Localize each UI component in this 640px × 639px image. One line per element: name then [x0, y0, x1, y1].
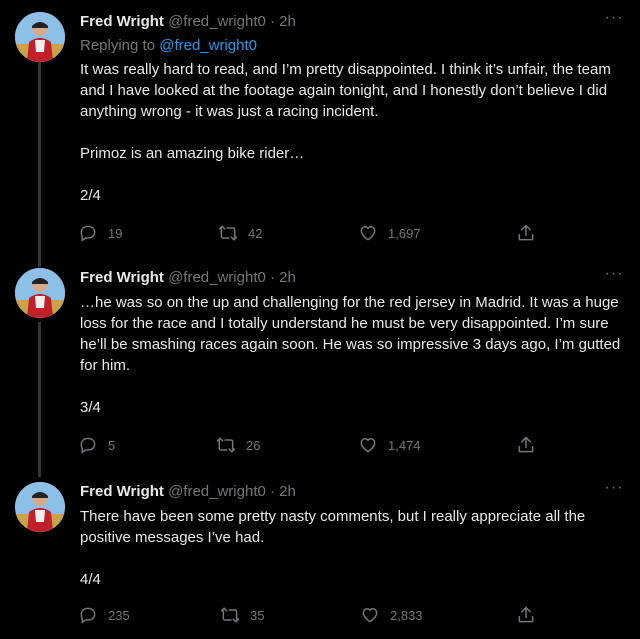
tweet-header: Fred Wright @fred_wright0 · 2h	[80, 482, 296, 502]
retweet-count: 26	[246, 437, 261, 453]
reply-count: 19	[108, 225, 123, 241]
tweet-2-of-4[interactable]: Fred Wright @fred_wright0 · 2h ··· Reply…	[0, 10, 640, 252]
share-icon	[518, 606, 534, 623]
timestamp[interactable]: · 2h	[270, 13, 296, 30]
tweet-header: Fred Wright @fred_wright0 · 2h	[80, 268, 296, 288]
reply-icon	[80, 607, 96, 624]
tweet-actions: 235 35 2,833	[78, 604, 548, 626]
share-icon	[518, 436, 534, 453]
avatar[interactable]	[15, 482, 65, 532]
reply-button[interactable]: 5	[78, 434, 115, 456]
reply-count: 5	[108, 437, 116, 453]
avatar[interactable]	[15, 268, 65, 318]
user-handle[interactable]: @fred_wright0	[168, 269, 266, 286]
tweet-text: There have been some pretty nasty commen…	[80, 508, 586, 588]
user-handle[interactable]: @fred_wright0	[168, 483, 266, 500]
reply-button[interactable]: 235	[78, 604, 130, 626]
like-count: 1,474	[388, 437, 421, 453]
tweet-3-of-4[interactable]: Fred Wright @fred_wright0 · 2h ··· …he w…	[0, 266, 640, 468]
retweet-icon	[218, 225, 238, 241]
retweet-button[interactable]: 26	[216, 434, 260, 456]
user-handle[interactable]: @fred_wright0	[168, 13, 266, 30]
reply-icon	[80, 225, 96, 242]
reply-icon	[80, 437, 96, 454]
tweet-actions: 5 26 1,474	[78, 434, 548, 456]
reply-count: 235	[108, 607, 130, 623]
display-name[interactable]: Fred Wright	[80, 269, 164, 286]
like-button[interactable]: 1,474	[358, 434, 421, 456]
retweet-button[interactable]: 42	[218, 222, 262, 244]
retweet-button[interactable]: 35	[220, 604, 264, 626]
replying-to: Replying to @fred_wright0	[80, 36, 257, 56]
like-icon	[360, 438, 376, 453]
retweet-icon	[220, 607, 240, 623]
tweet-actions: 19 42 1,697	[78, 222, 548, 244]
reply-button[interactable]: 19	[78, 222, 122, 244]
more-icon[interactable]: ···	[604, 10, 624, 32]
replying-to-label: Replying to	[80, 37, 156, 54]
like-button[interactable]: 2,833	[360, 604, 423, 626]
like-icon	[362, 608, 378, 623]
tweet-4-of-4[interactable]: Fred Wright @fred_wright0 · 2h ··· There…	[0, 480, 640, 632]
retweet-count: 35	[250, 607, 265, 623]
like-count: 2,833	[390, 607, 423, 623]
share-icon	[518, 224, 534, 241]
tweet-text: It was really hard to read, and I’m pret…	[80, 61, 611, 204]
avatar[interactable]	[15, 12, 65, 62]
timestamp[interactable]: · 2h	[270, 269, 296, 286]
share-button[interactable]	[516, 604, 536, 626]
retweet-icon	[216, 437, 236, 453]
like-button[interactable]: 1,697	[358, 222, 421, 244]
share-button[interactable]	[516, 434, 536, 456]
like-count: 1,697	[388, 225, 421, 241]
replying-to-link[interactable]: @fred_wright0	[159, 37, 257, 54]
more-icon[interactable]: ···	[604, 480, 624, 502]
retweet-count: 42	[248, 225, 263, 241]
tweet-header: Fred Wright @fred_wright0 · 2h	[80, 12, 296, 32]
timestamp[interactable]: · 2h	[270, 483, 296, 500]
more-icon[interactable]: ···	[604, 266, 624, 288]
tweet-text: …he was so on the up and challenging for…	[80, 294, 621, 416]
share-button[interactable]	[516, 222, 536, 244]
display-name[interactable]: Fred Wright	[80, 13, 164, 30]
like-icon	[360, 226, 376, 241]
display-name[interactable]: Fred Wright	[80, 483, 164, 500]
